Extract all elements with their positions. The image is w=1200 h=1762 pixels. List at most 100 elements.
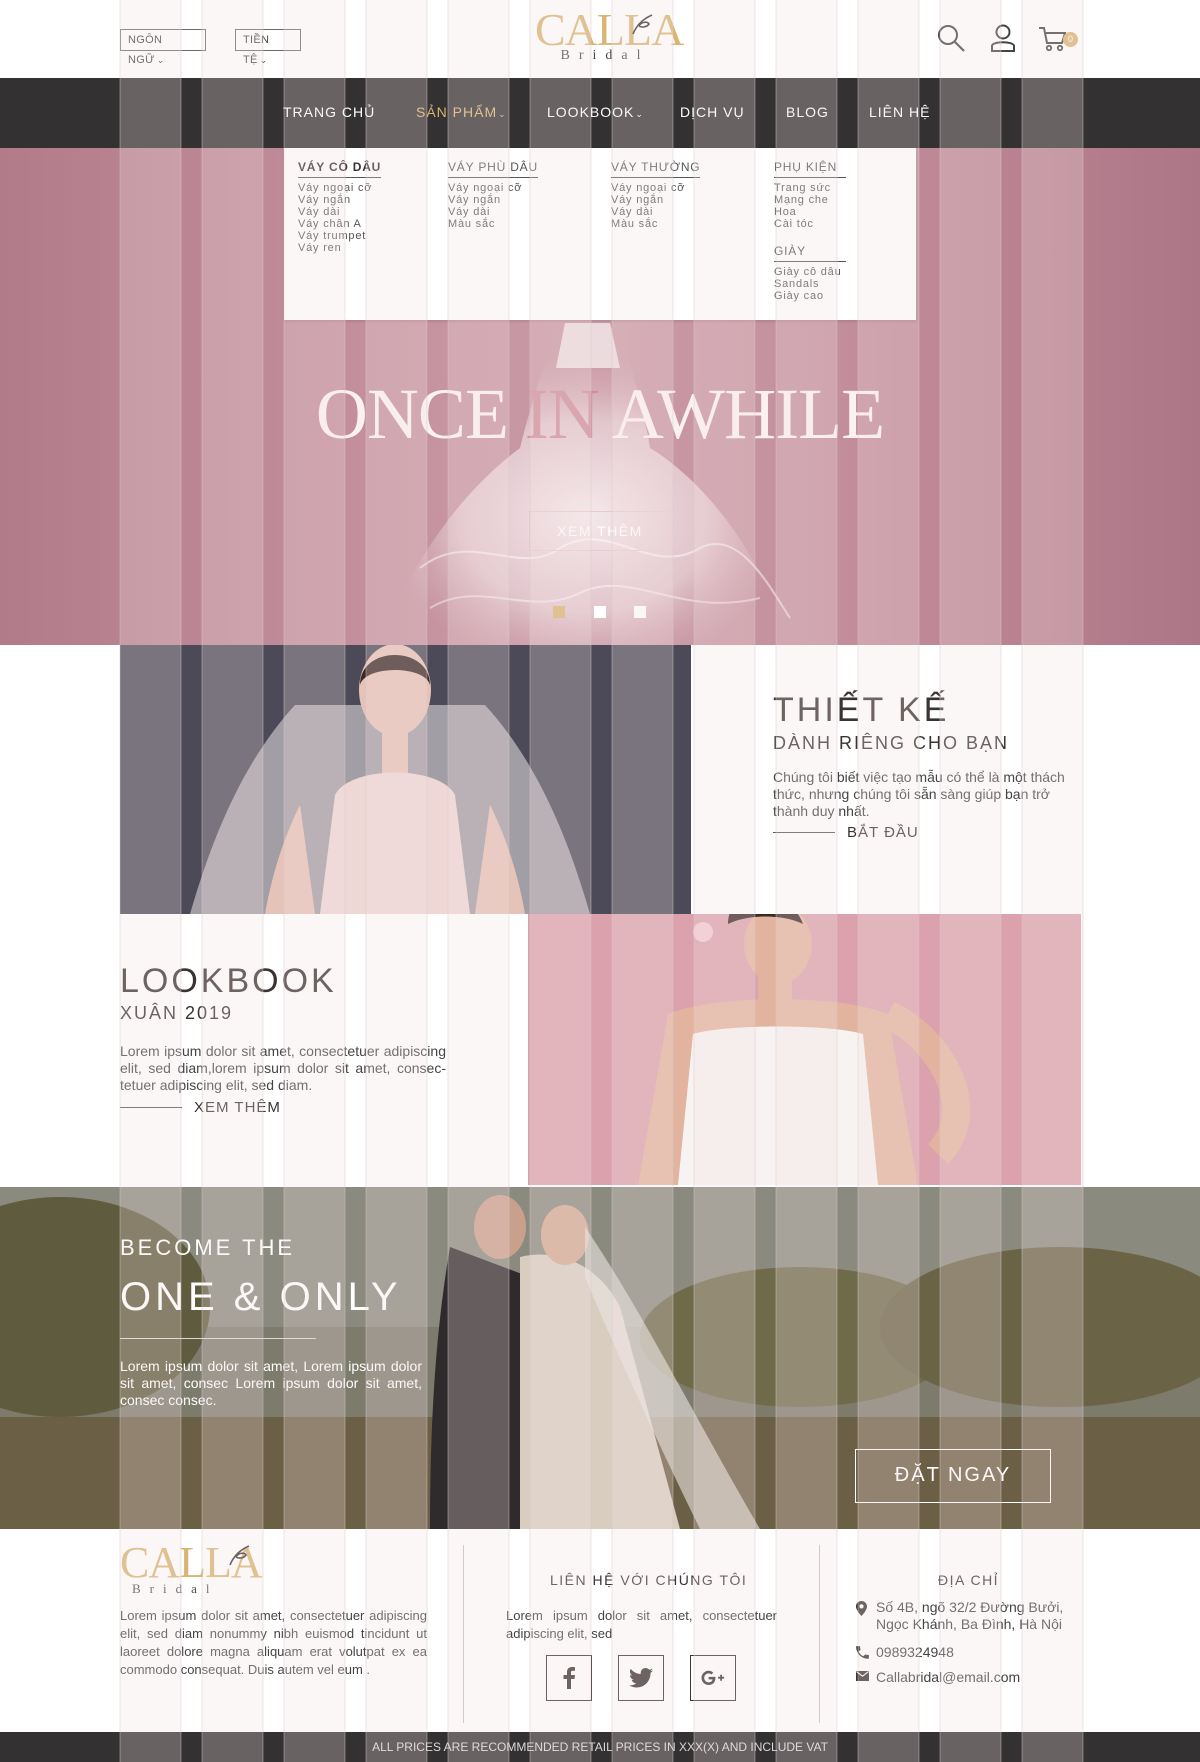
lookbook-subtitle: XUÂN 2019 [120,1003,234,1023]
menu-heading[interactable]: PHỤ KIỆN [774,160,846,178]
facebook-icon [563,1667,575,1689]
menu-link[interactable]: Màu sắc [448,218,538,230]
site-footer: CALLA Bridal Lorem ipsum dolor sit amet,… [0,1529,1200,1732]
hero-title-part: AWHILE [598,374,885,454]
twitter-link[interactable] [618,1655,664,1701]
slider-dot[interactable] [594,606,606,618]
hero-title-part: ONCE [315,374,525,454]
design-description: Chúng tôi biết việc tạo mẫu có thể là mộ… [773,769,1065,819]
menu-column-bridesmaid: VÁY PHÙ DÂU Váy ngoại cỡ Váy ngắn Váy dà… [448,158,538,230]
chevron-down-icon: ⌄ [498,109,507,119]
menu-heading[interactable]: VÁY PHÙ DÂU [448,160,538,178]
design-title: THIẾT KẾ [773,691,950,729]
email-row[interactable]: Callabridal@email.com [856,1669,1020,1686]
one-and-only-section: BECOME THE ONE & ONLY Lorem ipsum dolor … [0,1187,1200,1529]
phone-number: 0989324948 [876,1644,954,1660]
divider [819,1545,820,1723]
menu-link[interactable]: Hoa [774,206,846,218]
contact-text: Lorem ipsum dolor sit amet, consectetuer… [506,1608,777,1641]
nav-label: DỊCH VỤ [680,104,745,120]
menu-link[interactable]: Váy ngắn [448,194,538,206]
site-header: NGÔN NGỮ ⌄ TIỀN TỆ ⌄ CALLA Bridal 0 [0,0,1200,78]
nav-label: TRANG CHỦ [283,104,376,120]
slider-dot[interactable] [553,606,565,618]
menu-column-bridal: VÁY CÔ DÂU Váy ngoại cỡ Váy ngắn Váy dài… [298,158,382,254]
footer-logo[interactable]: CALLA Bridal [120,1538,263,1597]
search-icon[interactable] [935,22,967,54]
menu-link[interactable]: Váy dài [298,206,381,218]
facebook-link[interactable] [546,1655,592,1701]
lookbook-bride-image [528,914,1081,1185]
lookbook-title: LOOKBOOK [120,962,337,1000]
menu-column-casual: VÁY THƯỜNG Váy ngoại cỡ Váy ngắn Váy dài… [611,158,701,230]
lookbook-view-more-link[interactable]: XEM THÊM [120,1099,281,1116]
location-pin-icon [856,1601,867,1616]
main-nav: TRANG CHỦ SẢN PHẨM⌄ LOOKBOOK⌄ DỊCH VỤ BL… [0,78,1200,148]
menu-link[interactable]: Giày cô dâu [774,266,846,278]
nav-item-services[interactable]: DỊCH VỤ [680,104,745,120]
design-bride-image [120,645,691,914]
menu-link[interactable]: Váy dài [611,206,700,218]
google-plus-icon [701,1670,725,1685]
language-selector[interactable]: NGÔN NGỮ ⌄ [120,29,206,66]
google-plus-link[interactable] [690,1655,736,1701]
menu-link[interactable]: Mạng che [774,194,846,206]
nav-item-blog[interactable]: BLOG [786,104,829,120]
hero-title: ONCE IN AWHILE [0,373,1200,456]
nav-item-contact[interactable]: LIÊN HỆ [869,104,930,120]
menu-link[interactable]: Váy dài [448,206,538,218]
menu-link[interactable]: Sandals [774,278,846,290]
menu-heading[interactable]: VÁY CÔ DÂU [298,160,382,178]
site-logo[interactable]: CALLA Bridal [535,7,684,64]
menu-link[interactable]: Váy ngoại cỡ [611,182,700,194]
menu-link[interactable]: Váy ngoại cỡ [448,182,538,194]
menu-link[interactable]: Màu sắc [611,218,700,230]
nav-label: LIÊN HỆ [869,104,931,120]
chevron-down-icon: ⌄ [156,55,165,65]
logo-wordmark: CALLA [120,1538,263,1587]
address-text: Số 4B, ngõ 32/2 Đường Bưởi, Ngọc Khánh, … [876,1599,1064,1632]
one-title: ONE & ONLY [120,1275,402,1319]
lookbook-description: Lorem ipsum dolor sit amet, consectetuer… [120,1043,446,1093]
one-description: Lorem ipsum dolor sit amet, Lorem ipsum … [120,1358,422,1408]
chevron-down-icon: ⌄ [259,55,268,65]
hero-view-more-button[interactable]: XEM THÊM [529,511,671,551]
menu-column-accessories: PHỤ KIỆN Trang sức Mạng che Hoa Cài tóc … [774,158,846,302]
email-address: Callabridal@email.com [876,1669,1021,1685]
menu-link[interactable]: Váy trumpet [298,230,381,242]
start-link[interactable]: BẮT ĐẦU [773,824,919,841]
menu-heading[interactable]: GIÀY [774,244,846,262]
menu-link[interactable]: Váy ren [298,242,381,254]
nav-label: SẢN PHẨM [416,104,498,120]
menu-subgroup-shoes: GIÀY Giày cô dâu Sandals Giày cao [774,242,846,302]
nav-item-home[interactable]: TRANG CHỦ [283,104,375,120]
menu-heading[interactable]: VÁY THƯỜNG [611,160,701,178]
menu-link[interactable]: Váy ngắn [611,194,700,206]
contact-heading: LIÊN HỆ VỚI CHÚNG TÔI [550,1572,748,1588]
phone-icon [856,1646,869,1659]
nav-item-lookbook[interactable]: LOOKBOOK⌄ [547,104,644,120]
menu-link[interactable]: Váy chân A [298,218,381,230]
design-subtitle: DÀNH RIÊNG CHO BẠN [773,733,1010,753]
user-icon[interactable] [987,22,1019,54]
menu-link[interactable]: Giày cao [774,290,846,302]
menu-link[interactable]: Váy ngắn [298,194,381,206]
menu-link[interactable]: Cài tóc [774,218,846,230]
twitter-icon [629,1668,653,1688]
address-row: Số 4B, ngõ 32/2 Đường Bưởi, Ngọc Khánh, … [856,1599,1082,1633]
menu-link[interactable]: Váy ngoại cỡ [298,182,381,194]
menu-link[interactable]: Trang sức [774,182,846,194]
slider-dot[interactable] [634,606,646,618]
phone-row[interactable]: 0989324948 [856,1644,954,1661]
products-mega-menu: VÁY CÔ DÂU Váy ngoại cỡ Váy ngắn Váy dài… [284,148,916,320]
nav-label: LOOKBOOK [547,104,635,120]
lookbook-link-label: XEM THÊM [194,1099,281,1116]
one-kicker: BECOME THE [120,1235,296,1260]
footer-about-text: Lorem ipsum dolor sit amet, consectetuer… [120,1608,427,1677]
nav-item-products[interactable]: SẢN PHẨM⌄ [416,104,507,120]
book-now-button[interactable]: ĐẶT NGAY [855,1449,1051,1503]
chevron-down-icon: ⌄ [635,109,644,119]
divider [120,1338,316,1339]
start-link-label: BẮT ĐẦU [847,824,919,841]
currency-selector[interactable]: TIỀN TỆ ⌄ [235,29,301,66]
